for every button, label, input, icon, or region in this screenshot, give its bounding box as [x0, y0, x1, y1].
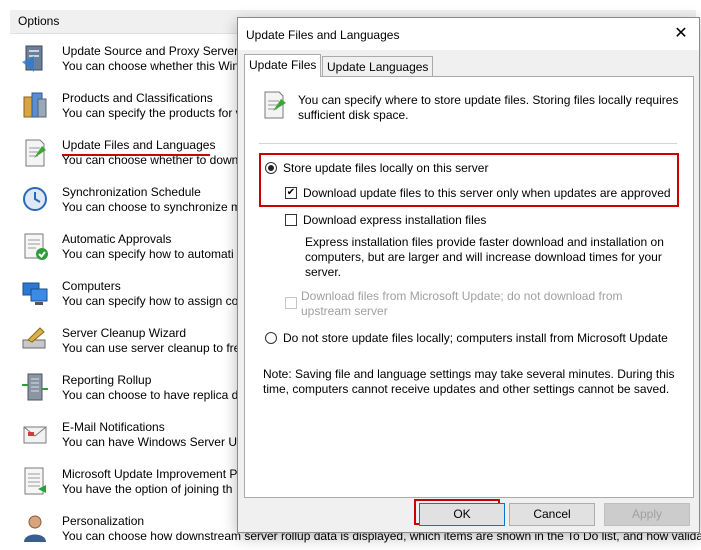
radio-dot: [268, 165, 274, 171]
option-title: Synchronization Schedule: [62, 185, 201, 199]
option-title: Products and Classifications: [62, 91, 213, 105]
option-desc: You have the option of joining th: [62, 482, 233, 496]
option-title: Personalization: [62, 514, 145, 528]
cleanup-wizard-icon: [22, 327, 46, 349]
sync-schedule-icon: [23, 187, 47, 211]
ok-button[interactable]: OK: [419, 503, 505, 526]
options-title: Options: [18, 14, 60, 28]
option-desc: You can use server cleanup to fre: [62, 341, 241, 355]
option-desc: You can choose whether this Win: [62, 59, 239, 73]
option-title: Update Source and Proxy Server: [62, 44, 239, 58]
apply-button[interactable]: Apply: [604, 503, 690, 526]
computers-icon: [22, 282, 48, 305]
improvement-icon: [24, 467, 46, 495]
note-text: Note: Saving file and language settings …: [263, 367, 675, 396]
separator: [259, 143, 677, 144]
option-title: Server Cleanup Wizard: [62, 326, 187, 340]
option-title: Update Files and Languages: [62, 138, 216, 152]
option-desc: You can choose to synchronize m: [62, 200, 241, 214]
cancel-button[interactable]: Cancel: [509, 503, 595, 526]
checkbox-download-approved[interactable]: ✔: [285, 187, 297, 199]
option-desc: You can specify how to assign co: [62, 294, 239, 308]
checkbox-express[interactable]: [285, 214, 297, 226]
person-icon: [24, 515, 46, 542]
option-desc: You can specify how to automati: [62, 247, 234, 261]
reporting-rollup-icon: [22, 373, 48, 401]
option-title: Computers: [62, 279, 121, 293]
tab-update-files[interactable]: Update Files: [244, 54, 322, 77]
email-icon: [23, 426, 47, 444]
option-title: Reporting Rollup: [62, 373, 152, 387]
update-files-dialog: Update Files and Languages ✕ Update File…: [237, 17, 700, 533]
option-title: Automatic Approvals: [62, 232, 172, 246]
selection-underline: [62, 154, 210, 156]
checkbox-ms-update-label: Download files from Microsoft Update; do…: [301, 289, 623, 318]
close-icon[interactable]: ✕: [671, 24, 691, 44]
update-files-icon: [25, 139, 46, 167]
option-title: E-Mail Notifications: [62, 420, 165, 434]
server-proxy-icon: [22, 45, 43, 72]
checkbox-ms-update: [285, 297, 297, 309]
dialog-titlebar: Update Files and Languages ✕: [238, 18, 699, 50]
dialog-title: Update Files and Languages: [246, 28, 400, 42]
tab-update-languages[interactable]: Update Languages: [322, 56, 434, 78]
update-files-icon: [264, 91, 286, 119]
option-desc: You can have Windows Server Up: [62, 435, 244, 449]
radio-not-local[interactable]: [265, 332, 277, 344]
tab-page-update-files: You can specify where to store update fi…: [244, 76, 694, 498]
option-desc: You can choose to have replica d: [62, 388, 239, 402]
checkbox-download-approved-label[interactable]: Download update files to this server onl…: [303, 186, 671, 200]
products-icon: [23, 92, 47, 118]
radio-not-local-label[interactable]: Do not store update files locally; compu…: [283, 331, 668, 345]
auto-approvals-icon: [24, 233, 48, 260]
option-title: Microsoft Update Improvement P: [62, 467, 238, 481]
radio-store-local[interactable]: [265, 162, 277, 174]
checkbox-express-label[interactable]: Download express installation files: [303, 213, 486, 227]
info-text: You can specify where to store update fi…: [298, 93, 679, 122]
express-description: Express installation files provide faste…: [305, 235, 664, 279]
option-desc: You can specify the products for v: [62, 106, 242, 120]
radio-store-local-label[interactable]: Store update files locally on this serve…: [283, 161, 488, 175]
